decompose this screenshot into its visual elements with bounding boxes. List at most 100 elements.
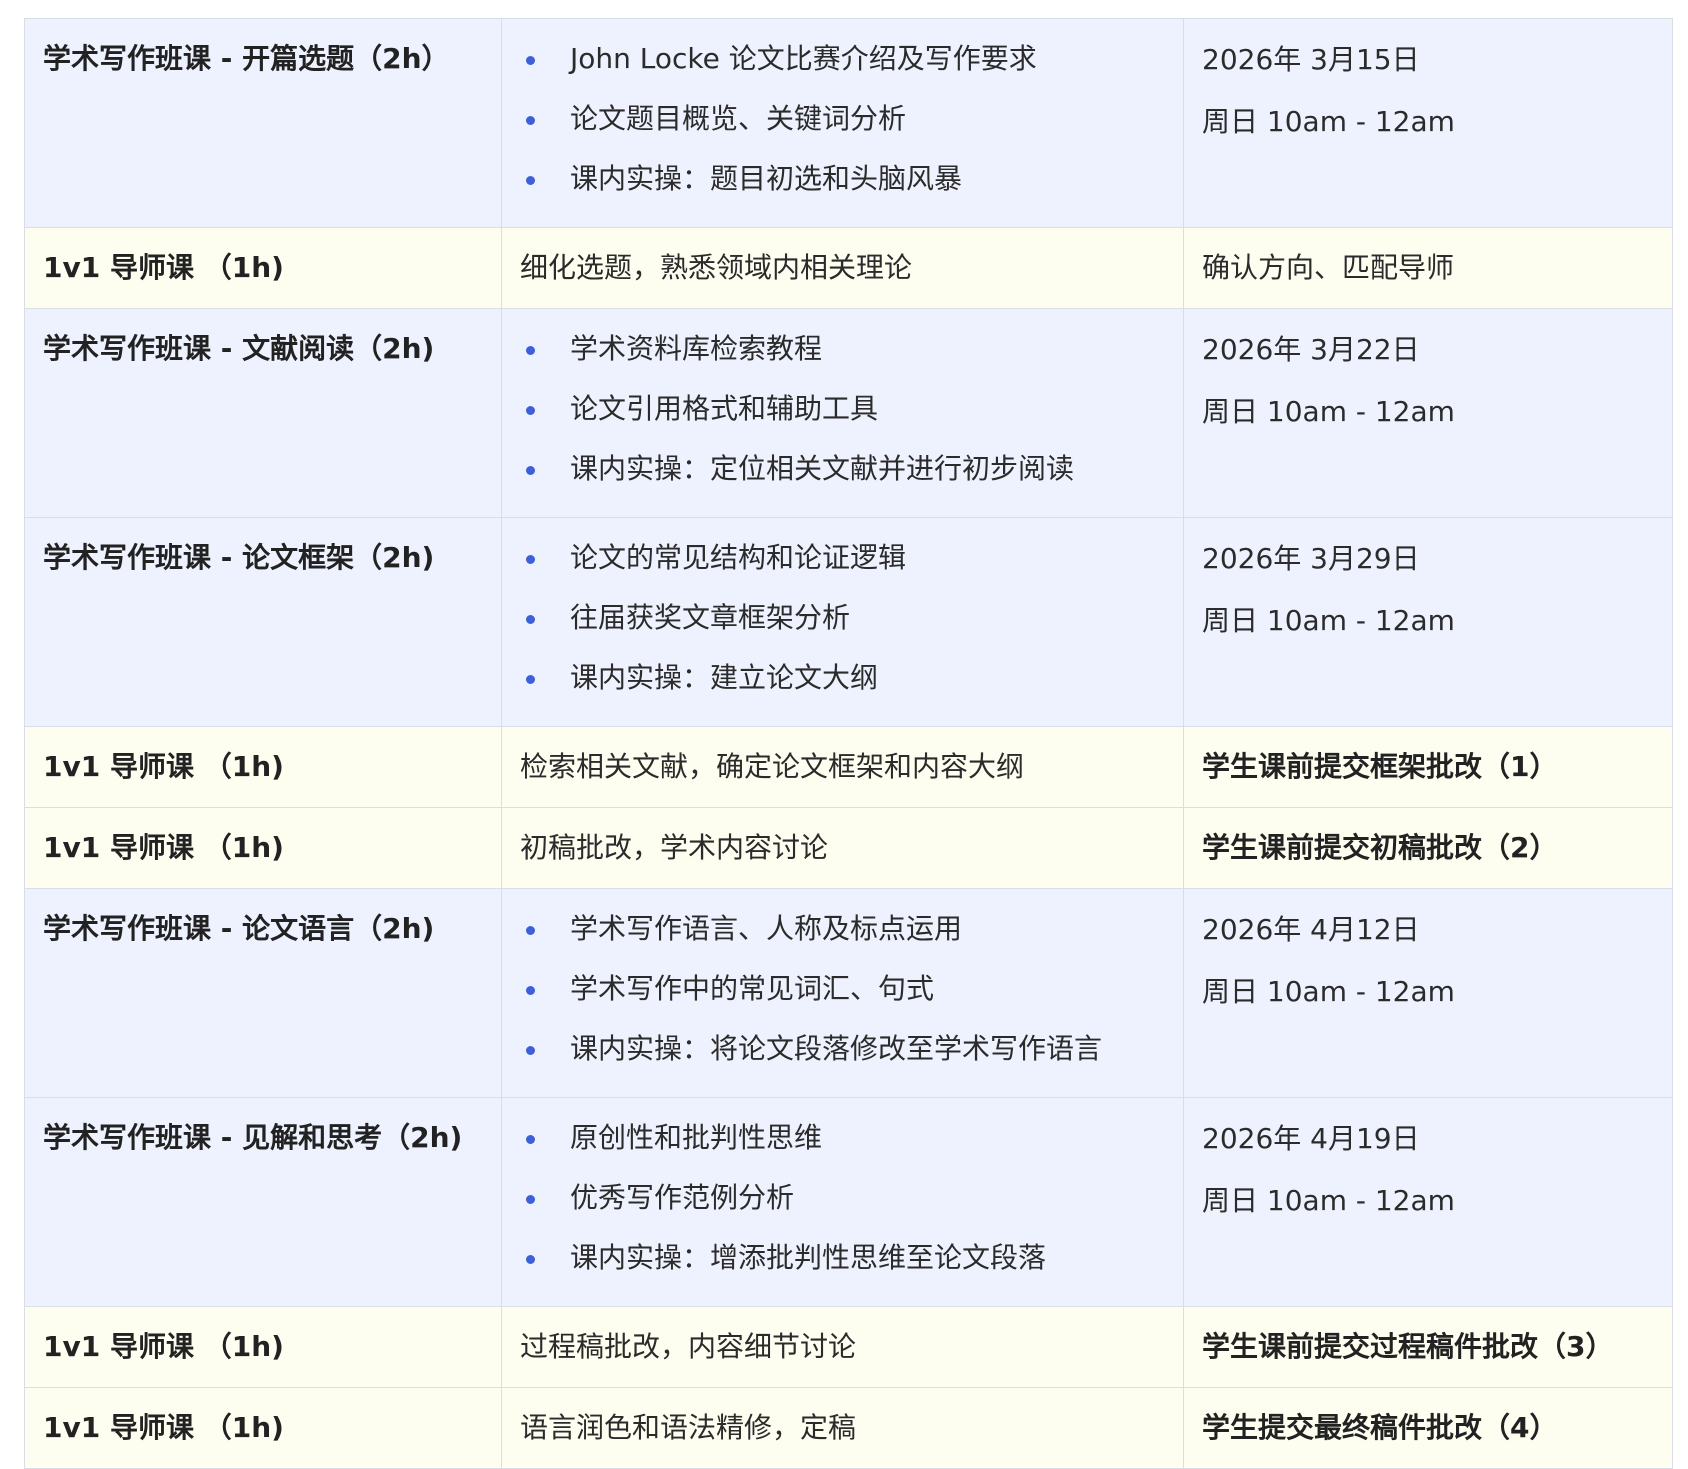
session-note: 学生课前提交过程稿件批改（3） (1202, 1330, 1614, 1363)
session-title: 1v1 导师课 （1h) (43, 1411, 284, 1444)
session-title-cell: 学术写作班课 - 见解和思考（2h) (24, 1097, 502, 1307)
topic-list-item: 优秀写作范例分析 (520, 1168, 1165, 1228)
topic-list: 论文的常见结构和论证逻辑 往届获奖文章框架分析 课内实操：建立论文大纲 (520, 528, 1165, 708)
session-time: 周日 10am - 12am (1202, 975, 1455, 1008)
bullet-dot-icon (526, 466, 535, 475)
bullet-dot-icon (526, 346, 535, 355)
bullet-dot-icon (526, 56, 535, 65)
class-session-row: 学术写作班课 - 论文语言（2h) 学术写作语言、人称及标点运用 学术写作中的常见词… (24, 888, 1673, 1098)
session-title: 学术写作班课 - 论文语言（2h) (43, 912, 435, 945)
topic-list-item: 课内实操：将论文段落修改至学术写作语言 (520, 1019, 1165, 1079)
session-schedule-cell: 2026年 3月15日周日 10am - 12am (1183, 18, 1673, 228)
schedule-container: 学术写作班课 - 开篇选题（2h） John Locke 论文比赛介绍及写作要求论… (24, 18, 1673, 1469)
session-schedule-cell: 学生课前提交初稿批改（2） (1183, 807, 1673, 889)
session-title-cell: 1v1 导师课 （1h) (24, 726, 502, 808)
bullet-dot-icon (526, 986, 535, 995)
session-title-cell: 1v1 导师课 （1h) (24, 1387, 502, 1469)
topic-list-item: 课内实操：增添批判性思维至论文段落 (520, 1228, 1165, 1288)
class-session-row: 学术写作班课 - 见解和思考（2h) 原创性和批判性思维 优秀写作范例分析 课内实操：… (24, 1097, 1673, 1307)
topic-list-item: 论文题目概览、关键词分析 (520, 89, 1165, 149)
session-time: 周日 10am - 12am (1202, 1184, 1455, 1217)
bullet-dot-icon (526, 675, 535, 684)
session-schedule-cell: 2026年 3月29日周日 10am - 12am (1183, 517, 1673, 727)
bullet-dot-icon (526, 1195, 535, 1204)
topic-list-item: 课内实操：定位相关文献并进行初步阅读 (520, 439, 1165, 499)
session-schedule-cell: 2026年 3月22日 周日 10am - 12am (1183, 308, 1673, 518)
session-title: 1v1 导师课 （1h) (43, 1330, 284, 1363)
topic-text: 论文引用格式和辅助工具 (570, 392, 879, 425)
course-schedule-body: 学术写作班课 - 开篇选题（2h） John Locke 论文比赛介绍及写作要求论… (24, 18, 1673, 1469)
session-content-cell: 语言润色和语法精修，定稿 (501, 1387, 1184, 1469)
tutor-session-content: 细化选题，熟悉领域内相关理论 (520, 251, 913, 284)
session-schedule-cell: 学生课前提交框架批改（1） (1183, 726, 1673, 808)
bullet-dot-icon (526, 1135, 535, 1144)
session-date: 2026年 4月12日 (1202, 913, 1420, 946)
topic-text: 课内实操：将论文段落修改至学术写作语言 (570, 1032, 1103, 1065)
session-content-cell: John Locke 论文比赛介绍及写作要求 论文题目概览、关键词分析课内实操：题… (501, 18, 1184, 228)
session-date: 2026年 3月29日 (1202, 542, 1420, 575)
tutor-session-row: 1v1 导师课 （1h) 检索相关文献，确定论文框架和内容大纲 学生课前提交框架批改… (24, 726, 1673, 808)
topic-text: 论文的常见结构和论证逻辑 (570, 541, 907, 574)
session-date: 2026年 3月22日 (1202, 333, 1420, 366)
tutor-session-content: 语言润色和语法精修，定稿 (520, 1411, 857, 1444)
session-schedule-cell: 确认方向、匹配导师 (1183, 227, 1673, 309)
topic-text: 学术写作中的常见词汇、句式 (570, 972, 935, 1005)
tutor-session-row: 1v1 导师课 （1h) 过程稿批改，内容细节讨论 学生课前提交过程稿件批改（3） (24, 1306, 1673, 1388)
topic-list: John Locke 论文比赛介绍及写作要求 论文题目概览、关键词分析课内实操：题… (520, 29, 1165, 209)
session-content-cell: 检索相关文献，确定论文框架和内容大纲 (501, 726, 1184, 808)
bullet-dot-icon (526, 406, 535, 415)
session-title: 学术写作班课 - 见解和思考（2h) (43, 1121, 463, 1154)
bullet-dot-icon (526, 926, 535, 935)
topic-text: 学术写作语言、人称及标点运用 (570, 912, 963, 945)
topic-text: 优秀写作范例分析 (570, 1181, 795, 1214)
session-content-cell: 论文的常见结构和论证逻辑 往届获奖文章框架分析 课内实操：建立论文大纲 (501, 517, 1184, 727)
session-schedule-cell: 学生提交最终稿件批改（4） (1183, 1387, 1673, 1469)
tutor-session-content: 检索相关文献，确定论文框架和内容大纲 (520, 750, 1025, 783)
tutor-session-row: 1v1 导师课 （1h) 细化选题，熟悉领域内相关理论 确认方向、匹配导师 (24, 227, 1673, 309)
session-schedule-cell: 2026年 4月12日周日 10am - 12am (1183, 888, 1673, 1098)
session-title: 学术写作班课 - 开篇选题（2h） (43, 42, 450, 75)
bullet-dot-icon (526, 1255, 535, 1264)
bullet-dot-icon (526, 615, 535, 624)
tutor-session-content: 过程稿批改，内容细节讨论 (520, 1330, 857, 1363)
topic-list: 学术资料库检索教程论文引用格式和辅助工具课内实操：定位相关文献并进行初步阅读 (520, 319, 1165, 499)
topic-text: John Locke 论文比赛介绍及写作要求 (570, 42, 1037, 75)
topic-list-item: 论文引用格式和辅助工具 (520, 379, 1165, 439)
topic-text: 学术资料库检索教程 (570, 332, 823, 365)
session-title-cell: 学术写作班课 - 开篇选题（2h） (24, 18, 502, 228)
session-time: 周日 10am - 12am (1202, 105, 1455, 138)
session-title: 1v1 导师课 （1h) (43, 251, 284, 284)
session-title-cell: 学术写作班课 - 论文框架（2h) (24, 517, 502, 727)
tutor-session-content: 初稿批改，学术内容讨论 (520, 831, 829, 864)
topic-text: 课内实操：建立论文大纲 (570, 661, 879, 694)
topic-list: 原创性和批判性思维 优秀写作范例分析 课内实操：增添批判性思维至论文段落 (520, 1108, 1165, 1288)
class-session-row: 学术写作班课 - 开篇选题（2h） John Locke 论文比赛介绍及写作要求论… (24, 18, 1673, 228)
topic-list-item: 学术资料库检索教程 (520, 319, 1165, 379)
session-title: 1v1 导师课 （1h) (43, 831, 284, 864)
course-schedule-table: 学术写作班课 - 开篇选题（2h） John Locke 论文比赛介绍及写作要求论… (24, 18, 1673, 1469)
session-content-cell: 细化选题，熟悉领域内相关理论 (501, 227, 1184, 309)
topic-list: 学术写作语言、人称及标点运用 学术写作中的常见词汇、句式课内实操：将论文段落修改至… (520, 899, 1165, 1079)
bullet-dot-icon (526, 555, 535, 564)
tutor-session-row: 1v1 导师课 （1h) 语言润色和语法精修，定稿 学生提交最终稿件批改（4） (24, 1387, 1673, 1469)
topic-text: 课内实操：定位相关文献并进行初步阅读 (570, 452, 1075, 485)
session-date: 2026年 3月15日 (1202, 43, 1420, 76)
session-note: 学生课前提交框架批改（1） (1202, 750, 1558, 783)
session-content-cell: 原创性和批判性思维 优秀写作范例分析 课内实操：增添批判性思维至论文段落 (501, 1097, 1184, 1307)
topic-text: 课内实操：增添批判性思维至论文段落 (570, 1241, 1047, 1274)
session-title-cell: 学术写作班课 - 论文语言（2h) (24, 888, 502, 1098)
session-content-cell: 过程稿批改，内容细节讨论 (501, 1306, 1184, 1388)
topic-text: 往届获奖文章框架分析 (570, 601, 851, 634)
bullet-dot-icon (526, 1046, 535, 1055)
topic-list-item: 课内实操：建立论文大纲 (520, 648, 1165, 708)
session-time: 周日 10am - 12am (1202, 604, 1455, 637)
topic-text: 论文题目概览、关键词分析 (570, 102, 907, 135)
topic-list-item: 课内实操：题目初选和头脑风暴 (520, 149, 1165, 209)
session-note: 学生提交最终稿件批改（4） (1202, 1411, 1558, 1444)
session-title: 1v1 导师课 （1h) (43, 750, 284, 783)
session-note: 学生课前提交初稿批改（2） (1202, 831, 1558, 864)
session-title-cell: 1v1 导师课 （1h) (24, 1306, 502, 1388)
session-title-cell: 1v1 导师课 （1h) (24, 227, 502, 309)
class-session-row: 学术写作班课 - 文献阅读（2h) 学术资料库检索教程 论文引用格式和辅助工具 课内实… (24, 308, 1673, 518)
session-title: 学术写作班课 - 论文框架（2h) (43, 541, 435, 574)
